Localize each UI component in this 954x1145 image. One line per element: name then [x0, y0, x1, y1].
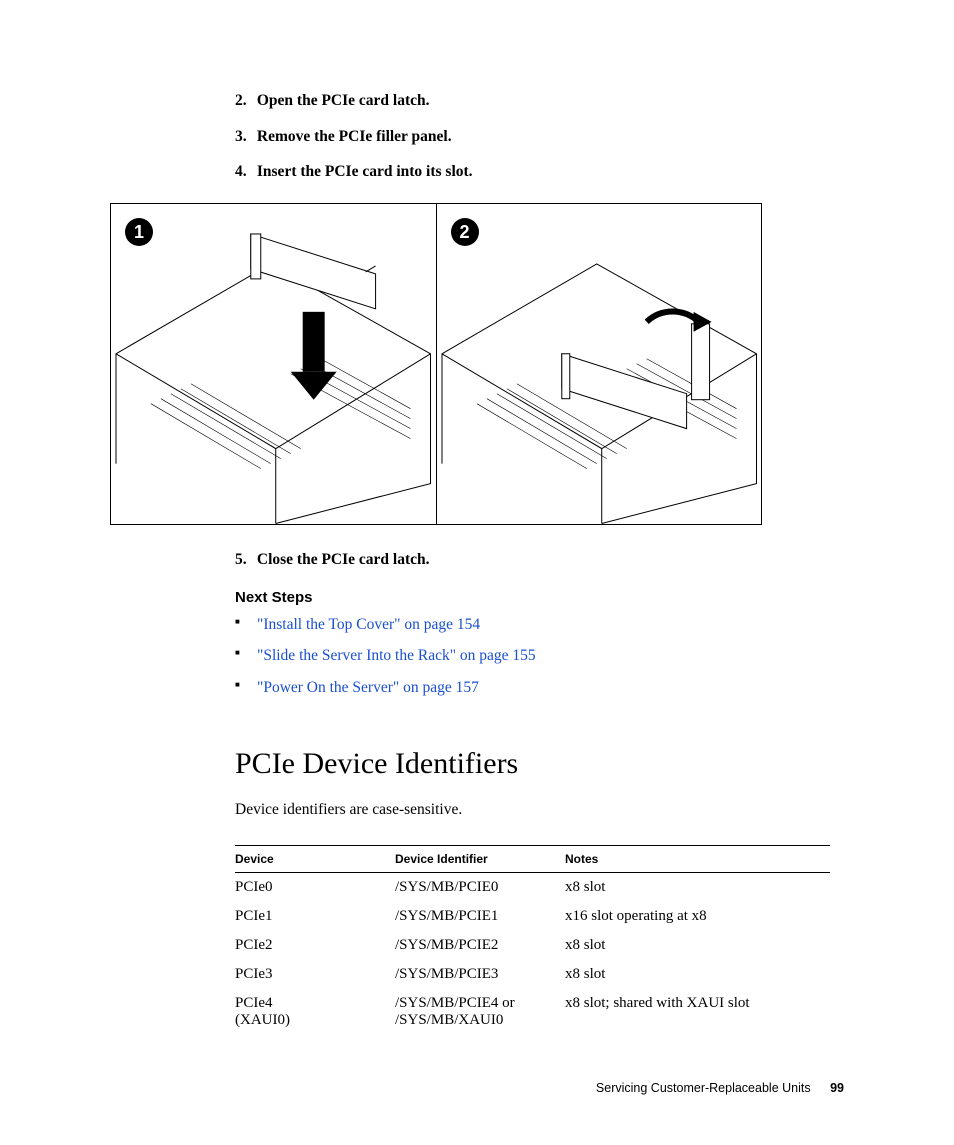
td-notes: x8 slot	[565, 872, 830, 902]
td-device: PCIe0	[235, 872, 395, 902]
figure-panel-2: 2	[436, 204, 762, 524]
td-identifier: /SYS/MB/PCIE0	[395, 872, 565, 902]
table-row: PCIe1 /SYS/MB/PCIE1 x16 slot operating a…	[235, 902, 830, 931]
pcie-card-inserted-icon	[561, 354, 686, 429]
td-notes: x8 slot	[565, 960, 830, 989]
td-device: PCIe4 (XAUI0)	[235, 989, 395, 1035]
next-step-item: "Slide the Server Into the Rack" on page…	[235, 645, 844, 667]
xref-link[interactable]: "Install the Top Cover" on page 154	[257, 616, 480, 633]
section-intro: Device identifiers are case-sensitive.	[235, 801, 844, 819]
step-text: Close the PCIe card latch.	[257, 551, 430, 568]
td-device: PCIe2	[235, 931, 395, 960]
footer-page-number: 99	[830, 1081, 844, 1095]
td-notes: x8 slot; shared with XAUI slot	[565, 989, 830, 1035]
table-row: PCIe4 (XAUI0) /SYS/MB/PCIE4 or /SYS/MB/X…	[235, 989, 830, 1035]
table-row: PCIe3 /SYS/MB/PCIE3 x8 slot	[235, 960, 830, 989]
step-text: Remove the PCIe filler panel.	[257, 128, 452, 145]
steps-before-figure: 2. Open the PCIe card latch. 3. Remove t…	[235, 90, 844, 183]
step-number: 3.	[235, 126, 253, 148]
th-device: Device	[235, 845, 395, 872]
steps-after-figure: 5. Close the PCIe card latch. Next Steps…	[235, 549, 844, 699]
th-identifier: Device Identifier	[395, 845, 565, 872]
next-step-item: "Install the Top Cover" on page 154	[235, 614, 844, 636]
figure-row: 1	[110, 203, 762, 525]
page: 2. Open the PCIe card latch. 3. Remove t…	[0, 0, 954, 1145]
table-row: PCIe0 /SYS/MB/PCIE0 x8 slot	[235, 872, 830, 902]
step-number: 4.	[235, 161, 253, 183]
td-device: PCIe3	[235, 960, 395, 989]
td-identifier: /SYS/MB/PCIE2	[395, 931, 565, 960]
step-number: 5.	[235, 549, 253, 571]
figure-panel-1: 1	[111, 204, 436, 524]
diagram-sketch-1	[111, 204, 435, 524]
device-identifier-table: Device Device Identifier Notes PCIe0 /SY…	[235, 845, 830, 1035]
diagram-sketch-2	[437, 204, 761, 524]
section: PCIe Device Identifiers Device identifie…	[235, 747, 844, 1035]
page-footer: Servicing Customer-Replaceable Units 99	[596, 1081, 844, 1095]
next-steps-heading: Next Steps	[235, 589, 844, 606]
step-5: 5. Close the PCIe card latch.	[235, 549, 844, 571]
section-heading: PCIe Device Identifiers	[235, 747, 844, 781]
td-identifier: /SYS/MB/PCIE1	[395, 902, 565, 931]
arrow-down-icon	[291, 312, 337, 400]
td-notes: x16 slot operating at x8	[565, 902, 830, 931]
step-4: 4. Insert the PCIe card into its slot.	[235, 161, 844, 183]
step-number: 2.	[235, 90, 253, 112]
th-notes: Notes	[565, 845, 830, 872]
step-text: Insert the PCIe card into its slot.	[257, 163, 473, 180]
step-3: 3. Remove the PCIe filler panel.	[235, 126, 844, 148]
table-header-row: Device Device Identifier Notes	[235, 845, 830, 872]
step-text: Open the PCIe card latch.	[257, 92, 430, 109]
td-identifier: /SYS/MB/PCIE3	[395, 960, 565, 989]
step-2: 2. Open the PCIe card latch.	[235, 90, 844, 112]
table-row: PCIe2 /SYS/MB/PCIE2 x8 slot	[235, 931, 830, 960]
xref-link[interactable]: "Slide the Server Into the Rack" on page…	[257, 647, 536, 664]
next-steps-list: "Install the Top Cover" on page 154 "Sli…	[235, 614, 844, 699]
td-device: PCIe1	[235, 902, 395, 931]
xref-link[interactable]: "Power On the Server" on page 157	[257, 679, 479, 696]
td-identifier: /SYS/MB/PCIE4 or /SYS/MB/XAUI0	[395, 989, 565, 1035]
footer-chapter: Servicing Customer-Replaceable Units	[596, 1081, 811, 1095]
td-notes: x8 slot	[565, 931, 830, 960]
next-step-item: "Power On the Server" on page 157	[235, 677, 844, 699]
pcie-card-icon	[251, 234, 376, 309]
